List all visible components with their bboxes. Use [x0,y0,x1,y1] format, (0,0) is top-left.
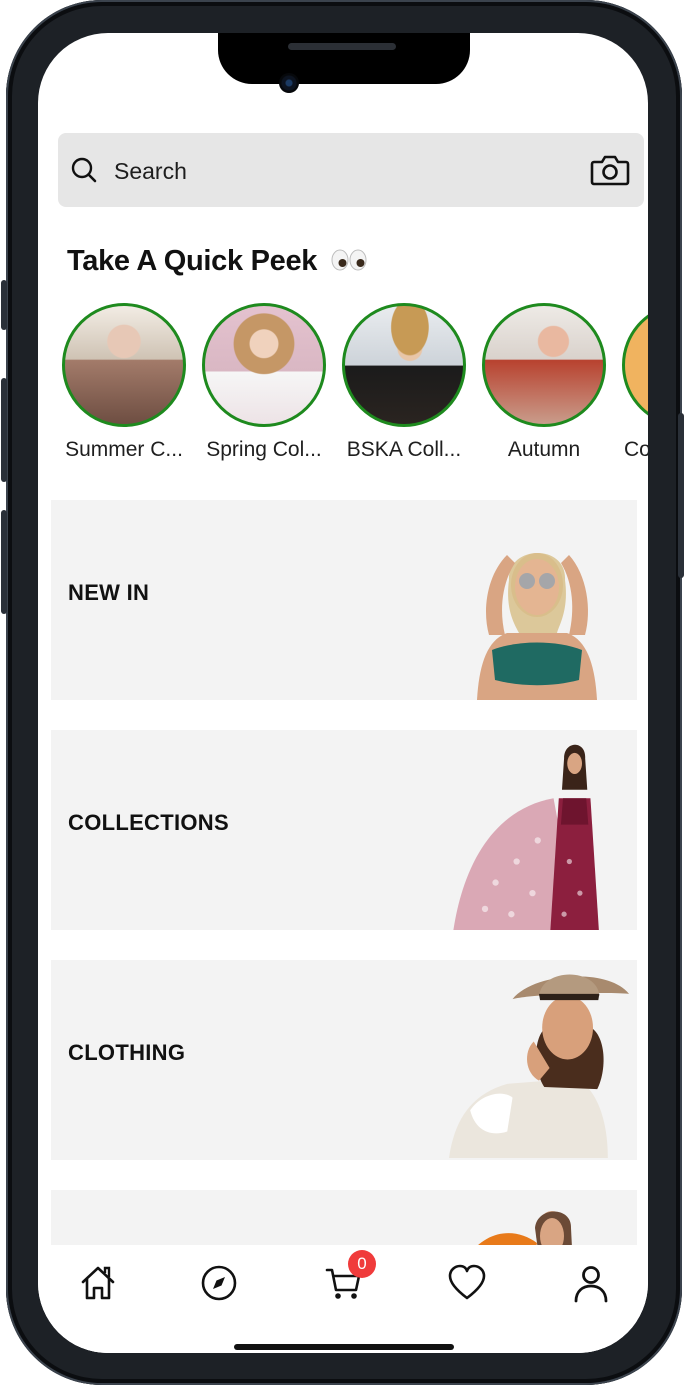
cart-count-badge: 0 [348,1250,376,1278]
model-photo-new-in [477,552,597,700]
volume-up-button [1,378,7,482]
story-avatar [202,303,326,427]
story-label: BSKA Coll... [346,438,462,461]
story-label: Spring Col... [206,438,322,461]
eyes-emoji-icon [331,249,367,271]
category-card-new-in[interactable]: NEW IN [51,500,637,700]
story-item[interactable]: BSKA Coll... [334,303,474,468]
power-button [678,413,684,578]
bottom-tab-bar: 0 [38,1245,648,1353]
category-label: COLLECTIONS [68,810,229,835]
story-label: Summer C... [65,438,183,461]
story-avatar [342,303,466,427]
volume-down-button [1,510,7,614]
story-item[interactable]: Co [614,303,648,468]
search-input[interactable]: Search [114,158,187,185]
stories-carousel[interactable]: Summer C... Spring Col... BSKA Coll... A… [38,303,648,468]
category-label: CLOTHING [68,1040,186,1065]
category-card-clothing[interactable]: CLOTHING [51,960,637,1160]
profile-icon[interactable] [571,1263,611,1303]
story-label: Co [624,438,648,461]
category-card-collections[interactable]: COLLECTIONS [51,730,637,930]
quick-peek-title: Take A Quick Peek [67,245,318,277]
app-screen: Search Take A Quick Peek Summer C... Spr… [38,33,648,1353]
heart-icon[interactable] [447,1263,487,1303]
mute-switch [1,280,7,330]
model-photo-clothing [449,974,629,1158]
notch [218,33,470,84]
story-avatar [62,303,186,427]
story-avatar [482,303,606,427]
story-item[interactable]: Spring Col... [194,303,334,468]
model-photo-collections [453,744,599,930]
section-title: Take A Quick Peek [67,245,367,278]
compass-icon[interactable] [199,1263,239,1303]
home-icon[interactable] [78,1263,118,1303]
story-item[interactable]: Autumn [474,303,614,468]
story-label: Autumn [507,438,581,461]
front-camera [279,73,299,93]
speaker-grille [288,43,396,50]
home-indicator[interactable] [234,1344,454,1350]
story-avatar [622,303,648,427]
search-icon [71,157,97,183]
category-label: NEW IN [68,580,150,605]
story-item[interactable]: Summer C... [54,303,194,468]
search-bar[interactable]: Search [58,133,644,207]
camera-icon[interactable] [590,153,630,187]
